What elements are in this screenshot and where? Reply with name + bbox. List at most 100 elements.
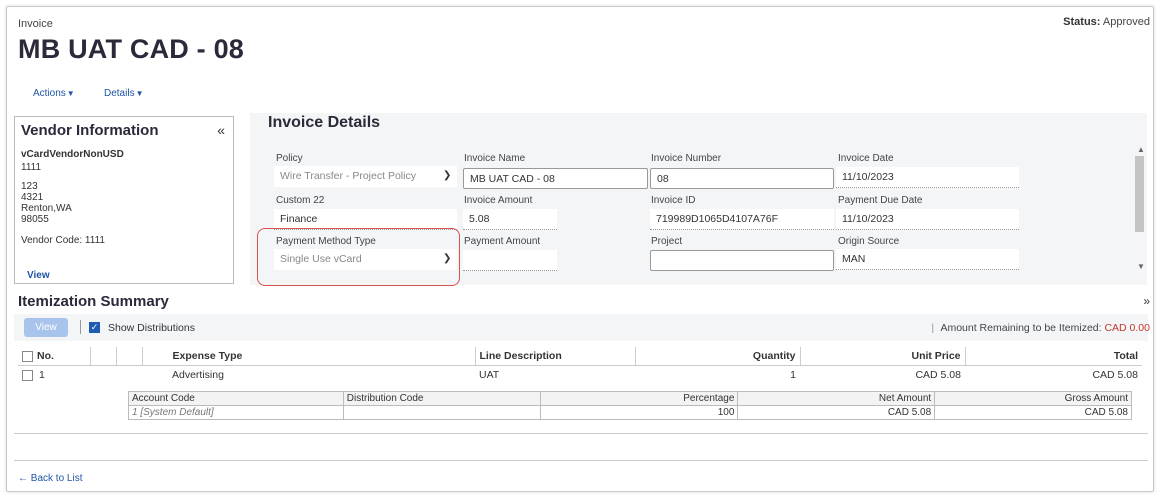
row-total: CAD 5.08 <box>1092 369 1138 381</box>
table-row[interactable]: 1 Advertising UAT 1 CAD 5.08 CAD 5.08 <box>18 366 1142 385</box>
vendor-zip: 98055 <box>21 214 49 225</box>
dist-gross-amount: CAD 5.08 <box>934 405 1132 420</box>
row-no: 1 <box>18 366 90 385</box>
policy-select-value: Wire Transfer - Project Policy <box>280 170 416 182</box>
back-to-list-link[interactable]: ← Back to List <box>18 473 82 484</box>
header-no: No. <box>18 347 91 366</box>
row-expense-type: Advertising <box>172 369 224 381</box>
invoice-date-label: Invoice Date <box>838 153 894 164</box>
scroll-down-icon[interactable]: ▼ <box>1137 262 1145 271</box>
status-value: Approved <box>1102 16 1150 28</box>
collapse-icon[interactable]: « <box>217 122 225 138</box>
header-no-label: No. <box>37 350 54 362</box>
row-blank-1 <box>90 366 116 385</box>
row-no-value: 1 <box>39 369 45 381</box>
custom22-field[interactable]: Finance <box>274 209 457 230</box>
dist-net-amount: CAD 5.08 <box>737 405 936 420</box>
invoice-number-input[interactable]: 08 <box>650 168 834 189</box>
payment-amount-field[interactable] <box>463 250 557 271</box>
distribution-row: 1 [System Default] 100 CAD 5.08 CAD 5.08 <box>128 405 1132 420</box>
scroll-thumb[interactable] <box>1135 156 1144 232</box>
policy-select[interactable]: Wire Transfer - Project Policy <box>274 166 457 187</box>
arrow-left-icon: ← <box>18 473 28 484</box>
origin-source-label: Origin Source <box>838 236 900 247</box>
row-unit-price: CAD 5.08 <box>915 369 961 381</box>
row-line-description: UAT <box>479 369 500 381</box>
dist-account-code: 1 [System Default] <box>128 405 344 420</box>
row-checkbox[interactable] <box>22 369 33 381</box>
vendor-id: 1111 <box>21 162 42 173</box>
header-unit-price[interactable]: Unit Price <box>800 347 966 366</box>
details-menu[interactable]: Details▼ <box>104 88 144 99</box>
header-quantity[interactable]: Quantity <box>635 347 801 366</box>
vendor-view-link[interactable]: View <box>27 270 50 281</box>
invoice-date-field[interactable]: 11/10/2023 <box>836 167 1019 188</box>
itemization-header-row: No. Expense Type Line Description Quanti… <box>18 347 1142 366</box>
header-blank-1 <box>90 347 117 366</box>
dist-distribution-code <box>342 405 541 420</box>
itemization-heading: Itemization Summary <box>18 293 169 310</box>
show-distributions-label: Show Distributions <box>108 322 195 334</box>
vendor-address-line1: 123 <box>21 181 38 192</box>
actions-menu[interactable]: Actions▼ <box>33 88 75 99</box>
header-blank-2 <box>116 347 143 366</box>
payment-due-date-field[interactable]: 11/10/2023 <box>836 209 1019 230</box>
dist-header-gross-amount: Gross Amount <box>934 391 1132 406</box>
distribution-header-row: Account Code Distribution Code Percentag… <box>128 391 1132 406</box>
dist-header-account-code: Account Code <box>128 391 344 406</box>
invoice-id-field: 719989D1065D4107A76F <box>650 209 834 230</box>
dist-header-net-amount: Net Amount <box>737 391 936 406</box>
caret-down-icon: ▼ <box>66 89 75 98</box>
row-blank-2 <box>116 366 142 385</box>
invoice-number-label: Invoice Number <box>651 153 722 164</box>
invoice-details-heading: Invoice Details <box>268 114 381 131</box>
vendor-name: vCardVendorNonUSD <box>21 149 124 160</box>
invoice-id-label: Invoice ID <box>651 195 696 206</box>
remaining-divider: | <box>931 322 935 334</box>
details-menu-label: Details <box>104 88 135 99</box>
view-button[interactable]: View <box>24 318 68 337</box>
chevron-down-icon: ❯ <box>443 170 452 181</box>
amount-remaining: | Amount Remaining to be Itemized: CAD 0… <box>931 322 1150 334</box>
expand-icon[interactable]: » <box>1143 294 1150 308</box>
show-distributions-checkbox[interactable]: ✓ <box>89 322 100 333</box>
itemization-table: No. Expense Type Line Description Quanti… <box>18 347 1142 384</box>
vendor-heading: Vendor Information <box>21 122 159 139</box>
project-input[interactable] <box>650 250 834 271</box>
invoice-amount-field[interactable]: 5.08 <box>463 209 557 230</box>
divider <box>14 433 1148 434</box>
page-subtitle: Invoice <box>18 18 53 30</box>
dist-header-distribution-code: Distribution Code <box>342 391 541 406</box>
vendor-city-state: Renton,WA <box>21 203 72 214</box>
divider <box>14 460 1148 461</box>
dist-percentage: 100 <box>539 405 739 420</box>
invoice-amount-label: Invoice Amount <box>464 195 533 206</box>
origin-source-field: MAN <box>836 249 1019 270</box>
payment-amount-label: Payment Amount <box>464 236 541 247</box>
invoice-name-label: Invoice Name <box>464 153 526 164</box>
show-distributions-toggle[interactable]: ✓ <box>89 321 100 333</box>
payment-method-highlight <box>257 228 460 286</box>
caret-down-icon: ▼ <box>135 89 144 98</box>
dist-header-percentage: Percentage <box>539 391 739 406</box>
distribution-table: Account Code Distribution Code Percentag… <box>128 391 1132 420</box>
vendor-panel: Vendor Information « vCardVendorNonUSD 1… <box>14 116 234 284</box>
header-total[interactable]: Total <box>965 347 1142 366</box>
scroll-up-icon[interactable]: ▲ <box>1137 145 1145 154</box>
select-all-checkbox[interactable] <box>22 350 33 362</box>
header-expense-type[interactable]: Expense Type <box>142 347 476 366</box>
header-line-description[interactable]: Line Description <box>475 347 636 366</box>
toolbar-divider <box>80 320 81 334</box>
status-label: Status: <box>1063 16 1101 28</box>
policy-label: Policy <box>276 153 303 164</box>
page-title: MB UAT CAD - 08 <box>18 34 245 64</box>
invoice-name-input[interactable]: MB UAT CAD - 08 <box>463 168 648 189</box>
payment-due-date-label: Payment Due Date <box>838 195 923 206</box>
vendor-address-line2: 4321 <box>21 192 44 203</box>
custom22-label: Custom 22 <box>276 195 325 206</box>
project-label: Project <box>651 236 683 247</box>
actions-menu-label: Actions <box>33 88 66 99</box>
remaining-value: CAD 0.00 <box>1104 322 1150 334</box>
row-quantity: 1 <box>790 369 796 381</box>
status-text: Status: Approved <box>1063 16 1150 28</box>
